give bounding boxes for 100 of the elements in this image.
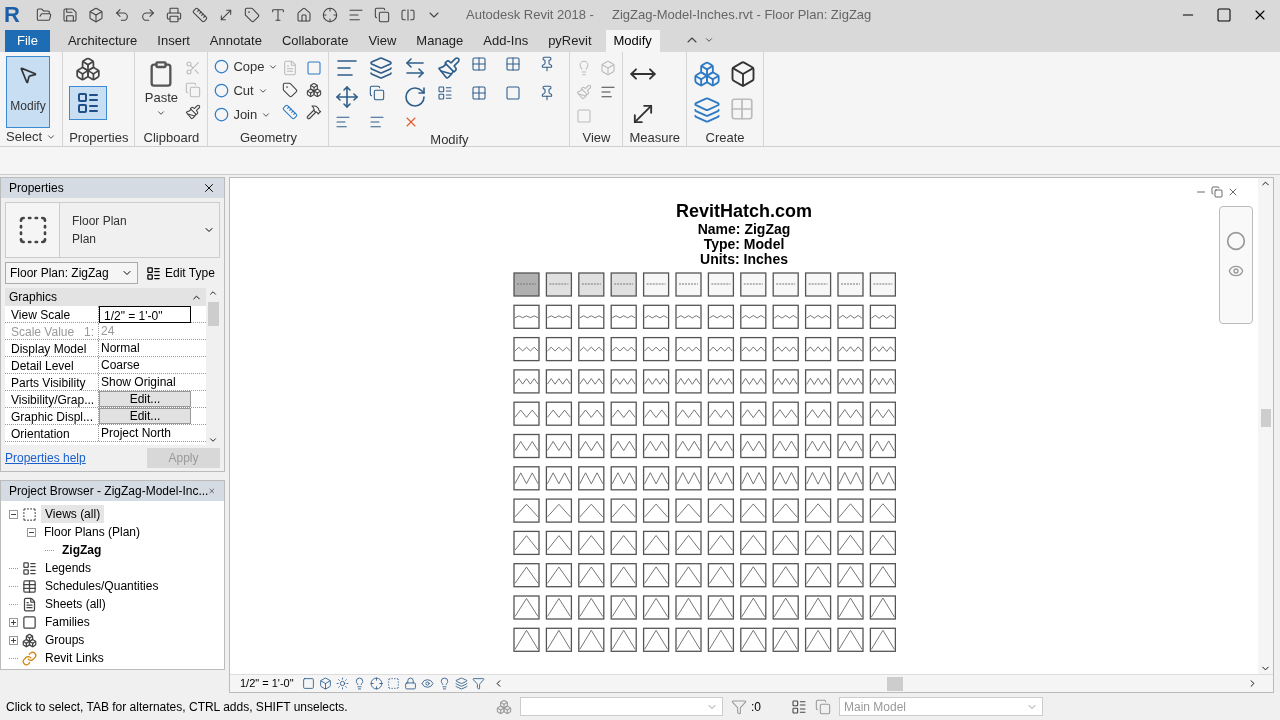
instance-dropdown[interactable]: Floor Plan: ZigZag bbox=[5, 262, 138, 284]
edit-type-button[interactable]: Edit Type bbox=[146, 264, 215, 282]
scroll-thumb[interactable] bbox=[207, 302, 219, 326]
sheet-info-line: Units: Inches bbox=[700, 252, 788, 267]
geometry-tool-button[interactable]: Cope bbox=[214, 56, 279, 77]
properties-toggle-button[interactable] bbox=[69, 86, 108, 120]
tree-item[interactable]: Views (all) bbox=[41, 505, 105, 523]
palette-title: Project Browser - ZigZag-Model-Inc... bbox=[9, 483, 209, 500]
restore-icon[interactable] bbox=[1211, 186, 1223, 198]
palette-title: Properties bbox=[9, 180, 64, 197]
edit-button[interactable]: Edit... bbox=[99, 408, 191, 424]
type-name: Floor Plan bbox=[72, 213, 127, 230]
ribbon-tab[interactable]: View bbox=[360, 30, 405, 52]
crop-view-icon[interactable] bbox=[369, 677, 383, 690]
sheet-heading: RevitHatch.com bbox=[675, 200, 812, 222]
close-icon[interactable] bbox=[202, 181, 216, 195]
file-menu-button[interactable]: File bbox=[5, 30, 50, 52]
text-icon[interactable] bbox=[270, 6, 286, 23]
hammer-icon[interactable] bbox=[306, 104, 323, 120]
collapse-toggle[interactable] bbox=[9, 509, 18, 519]
modify-tool-button[interactable]: Modify bbox=[6, 56, 50, 128]
crosshair-icon[interactable] bbox=[322, 6, 338, 23]
show-crop-icon[interactable] bbox=[386, 677, 400, 690]
schedule-icon bbox=[22, 578, 37, 594]
property-label: Parts Visibility bbox=[10, 375, 87, 390]
ribbon-tab[interactable]: pyRevit bbox=[540, 30, 600, 52]
ribbon-tab[interactable]: Add-Ins bbox=[475, 30, 537, 52]
filter-icon[interactable] bbox=[731, 698, 747, 715]
collapse-toggle[interactable] bbox=[27, 527, 36, 537]
edit-button[interactable]: Edit... bbox=[99, 391, 191, 407]
print-icon[interactable] bbox=[166, 6, 182, 23]
select-menu-button[interactable]: Select bbox=[6, 128, 57, 146]
ribbon-tab[interactable]: Annotate bbox=[201, 30, 270, 52]
ruler-icon[interactable] bbox=[192, 6, 208, 23]
expand-toggle[interactable] bbox=[9, 617, 18, 627]
tree-item[interactable]: Schedules/Quantities bbox=[41, 577, 163, 595]
geometry-tool-button[interactable]: Join bbox=[214, 104, 279, 125]
lock-view-icon[interactable] bbox=[403, 677, 417, 690]
navigation-bar[interactable] bbox=[1219, 206, 1253, 324]
status-message: Click to select, TAB for alternates, CTRL adds, SHIFT unselects. bbox=[6, 698, 349, 716]
type-selector[interactable]: Floor Plan Plan bbox=[5, 202, 220, 258]
view-scale-button[interactable]: 1/2" = 1'-0" bbox=[240, 675, 294, 692]
open-folder-icon[interactable] bbox=[36, 6, 52, 23]
house-icon[interactable] bbox=[296, 6, 312, 23]
properties-help-link[interactable]: Properties help bbox=[5, 449, 86, 467]
tree-item[interactable]: Floor Plans (Plan) bbox=[40, 523, 145, 541]
design-options-icon[interactable] bbox=[791, 698, 807, 715]
geometry-tool-button[interactable]: Cut bbox=[214, 80, 279, 101]
ribbon-tab[interactable]: Collaborate bbox=[273, 30, 357, 52]
scroll-thumb[interactable] bbox=[887, 676, 904, 691]
tree-item[interactable]: Sheets (all) bbox=[41, 595, 110, 613]
scroll-up-icon[interactable] bbox=[208, 288, 218, 298]
panel-label: Properties bbox=[69, 129, 129, 146]
paste-button[interactable]: Paste bbox=[141, 56, 182, 118]
property-label: Detail Level bbox=[10, 358, 75, 373]
visual-style-icon[interactable] bbox=[318, 677, 332, 690]
rotate-icon[interactable] bbox=[403, 85, 428, 109]
cube-icon[interactable] bbox=[88, 6, 104, 23]
caret-icon[interactable] bbox=[46, 132, 57, 142]
redo-icon[interactable] bbox=[140, 6, 156, 23]
save-icon[interactable] bbox=[62, 6, 78, 23]
undo-icon[interactable] bbox=[114, 6, 130, 23]
sun-path-icon[interactable] bbox=[335, 677, 349, 690]
line-style-icon[interactable] bbox=[600, 84, 617, 100]
hide-isolate-icon[interactable] bbox=[420, 677, 434, 690]
move-icon[interactable] bbox=[335, 85, 360, 109]
sheet-icon bbox=[22, 596, 37, 612]
edit-type-icon bbox=[146, 265, 161, 281]
windows-icon[interactable] bbox=[374, 6, 390, 23]
tree-item[interactable]: Groups bbox=[41, 631, 89, 649]
scroll-thumb[interactable] bbox=[1260, 409, 1271, 427]
ribbon-tab[interactable]: Insert bbox=[149, 30, 198, 52]
group-header: Graphics bbox=[9, 289, 58, 306]
property-input[interactable]: 1/2" = 1'-0" bbox=[99, 306, 191, 323]
tree-item[interactable]: ZigZag bbox=[58, 541, 106, 559]
property-label: Display Model bbox=[10, 341, 88, 356]
panel-label: Clipboard bbox=[142, 129, 201, 146]
match-type-icon[interactable] bbox=[185, 104, 202, 120]
circle-icon bbox=[214, 107, 230, 122]
expand-toggle[interactable] bbox=[9, 635, 18, 645]
sheet-info-line: Name: ZigZag bbox=[697, 222, 791, 237]
tag-icon[interactable] bbox=[244, 6, 260, 23]
copy-icon[interactable] bbox=[369, 85, 386, 101]
vertical-scrollbar[interactable] bbox=[1258, 178, 1273, 674]
scroll-down-icon[interactable] bbox=[208, 435, 218, 445]
tree-item[interactable]: Legends bbox=[41, 559, 96, 577]
ribbon-tab[interactable]: Modify bbox=[605, 30, 660, 52]
panel-label: Measure bbox=[629, 129, 681, 146]
app-logo[interactable]: R bbox=[4, 3, 28, 26]
tree-item[interactable]: Revit Links bbox=[41, 649, 108, 667]
maximize-icon[interactable] bbox=[1216, 6, 1232, 23]
panel-label: Modify bbox=[429, 131, 470, 148]
array-icon[interactable] bbox=[471, 85, 488, 101]
ribbon-tab[interactable]: Architecture bbox=[59, 30, 146, 52]
property-label: Visibility/Grap... bbox=[10, 392, 96, 407]
tree-item[interactable]: Families bbox=[41, 613, 94, 631]
caret-icon[interactable] bbox=[703, 35, 714, 45]
group-icon bbox=[22, 632, 37, 648]
ribbon-tab[interactable]: Manage bbox=[408, 30, 472, 52]
worksets-icon[interactable] bbox=[496, 698, 512, 715]
